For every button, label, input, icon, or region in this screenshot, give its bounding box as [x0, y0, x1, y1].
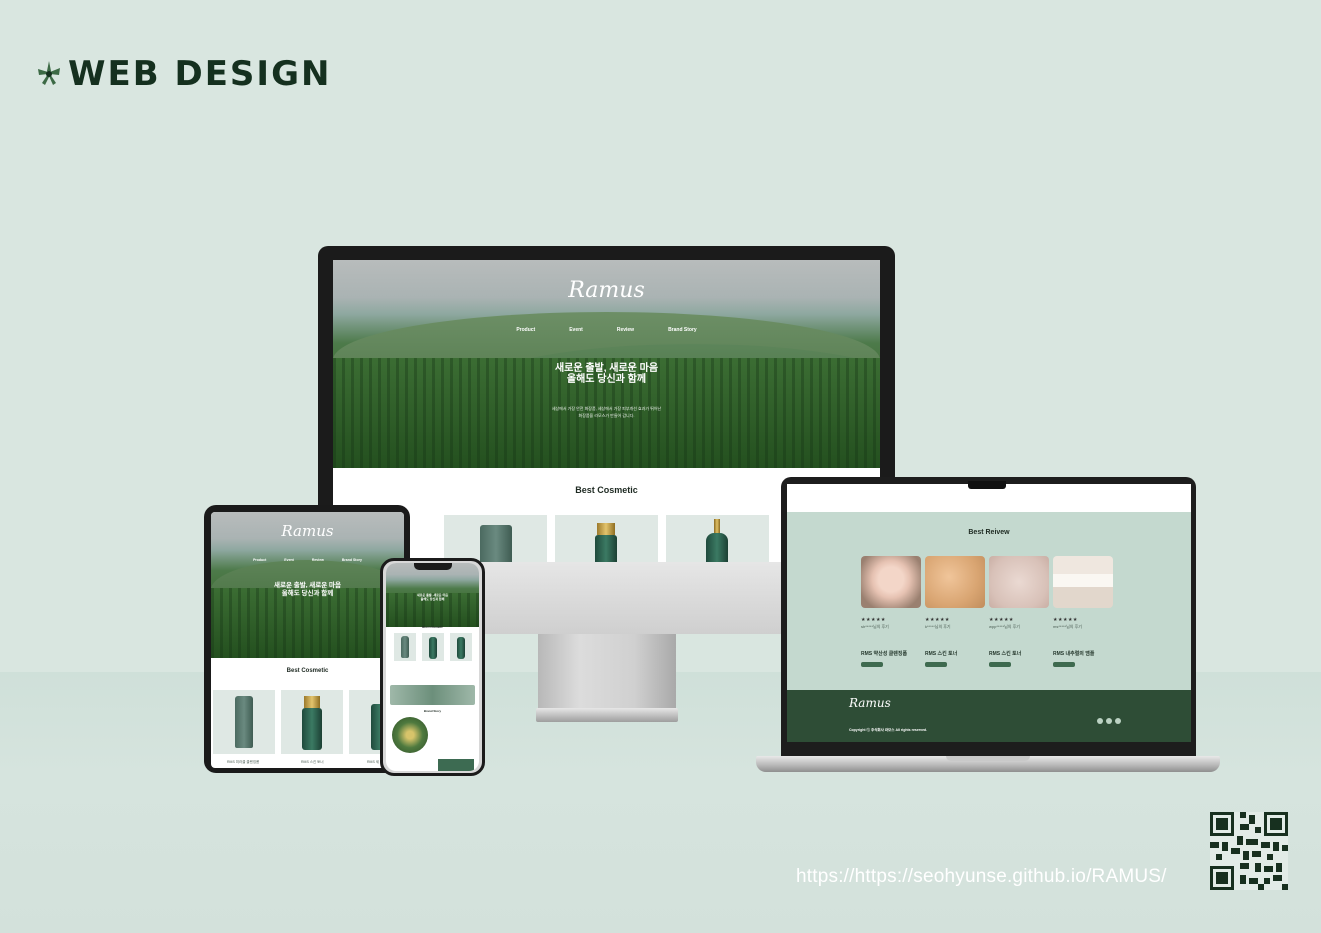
desktop-nav: Product Event Review Brand Story	[333, 327, 880, 333]
product-card[interactable]	[444, 515, 547, 562]
phone-event-banner[interactable]	[390, 685, 475, 705]
tablet-hero: Ramus Product Event Review Brand Story 새…	[211, 512, 404, 658]
tablet-logo[interactable]: Ramus	[211, 522, 404, 540]
toner-bottle-image	[595, 535, 617, 562]
ampoule-bottle-image	[706, 533, 728, 562]
instagram-icon[interactable]	[1106, 718, 1112, 724]
laptop-base	[756, 756, 1220, 772]
phone-hero-title: 새로운 출발, 새로운 마음 올해도 당신과 함께	[417, 593, 448, 601]
review-photo[interactable]	[989, 556, 1049, 608]
phone-notch	[414, 563, 452, 570]
review-more-button[interactable]	[989, 662, 1011, 667]
page-heading: WEB DESIGN	[36, 52, 331, 96]
nav-brand-story[interactable]: Brand Story	[668, 327, 697, 333]
product-card[interactable]	[666, 515, 769, 562]
phone-brand-story-title: Brand Story	[423, 709, 442, 713]
site-url[interactable]: https://https://seohyunse.github.io/RAMU…	[796, 866, 1167, 888]
desktop-logo[interactable]: Ramus	[333, 278, 880, 303]
nav-product[interactable]: Product	[516, 327, 535, 333]
footer-logo[interactable]: Ramus	[849, 696, 891, 710]
product-card[interactable]	[450, 633, 472, 661]
desktop-hero: Ramus Product Event Review Brand Story 새…	[333, 260, 880, 468]
product-card[interactable]	[394, 633, 416, 661]
best-review-title: Best Reivew	[968, 529, 1010, 536]
product-card[interactable]	[213, 690, 275, 754]
nav-review[interactable]: Review	[617, 327, 634, 333]
review-photo[interactable]	[1053, 556, 1113, 608]
nav-event[interactable]: Event	[569, 327, 583, 333]
phone-brand-image	[392, 717, 428, 753]
site-footer: Ramus Copyright ⓒ 주식회사 라모스 All rights re…	[787, 690, 1191, 742]
tablet-screen: Ramus Product Event Review Brand Story 새…	[211, 512, 404, 768]
review-more-button[interactable]	[925, 662, 947, 667]
phone-best-cosmetic-title: Best Cosmetic	[422, 625, 443, 629]
leaf-icon	[38, 61, 60, 85]
review-photo[interactable]	[861, 556, 921, 608]
facebook-icon[interactable]	[1097, 718, 1103, 724]
footer-copyright: Copyright ⓒ 주식회사 라모스 All rights reserved…	[849, 728, 928, 732]
tablet-product-name: RMS 세	[367, 760, 379, 764]
product-card[interactable]	[555, 515, 658, 562]
tablet-product-name: RMS 스킨 토너	[301, 760, 324, 764]
tablet-hero-title: 새로운 출발, 새로운 마음 올해도 당신과 함께	[273, 582, 342, 597]
desktop-monitor-foot	[536, 708, 678, 722]
phone-hero: 새로운 출발, 새로운 마음 올해도 당신과 함께	[386, 563, 479, 627]
review-more-button[interactable]	[1053, 662, 1075, 667]
laptop-camera-notch	[968, 481, 1006, 489]
laptop-screen: Best Reivew ★★★★★ sh*****님의 후기 RMS 약산성 클…	[787, 484, 1191, 742]
desktop-monitor-stand	[538, 634, 676, 712]
tablet-best-cosmetic-title: Best Cosmetic	[286, 668, 329, 674]
desktop-hero-title: 새로운 출발, 새로운 마음 올해도 당신과 함께	[554, 363, 659, 385]
tablet-nav: Product Event Review Brand Story	[253, 558, 362, 562]
twitter-icon[interactable]	[1115, 718, 1121, 724]
qr-code-icon[interactable]	[1210, 812, 1288, 890]
review-photo[interactable]	[925, 556, 985, 608]
desktop-hero-subtitle: 세상에서 가장 안전 화장품, 세상에서 가장 피부개선 효과가 뛰어난 화장품…	[551, 406, 662, 418]
product-card[interactable]	[422, 633, 444, 661]
page-heading-text: WEB DESIGN	[68, 54, 332, 94]
cleanser-tube-image	[480, 525, 512, 562]
review-more-button[interactable]	[861, 662, 883, 667]
product-card[interactable]	[281, 690, 343, 754]
phone-screen: 새로운 출발, 새로운 마음 올해도 당신과 함께 Best Cosmetic …	[386, 563, 479, 771]
tablet-product-name: RMS 미라클 클렌징폼	[227, 760, 260, 764]
